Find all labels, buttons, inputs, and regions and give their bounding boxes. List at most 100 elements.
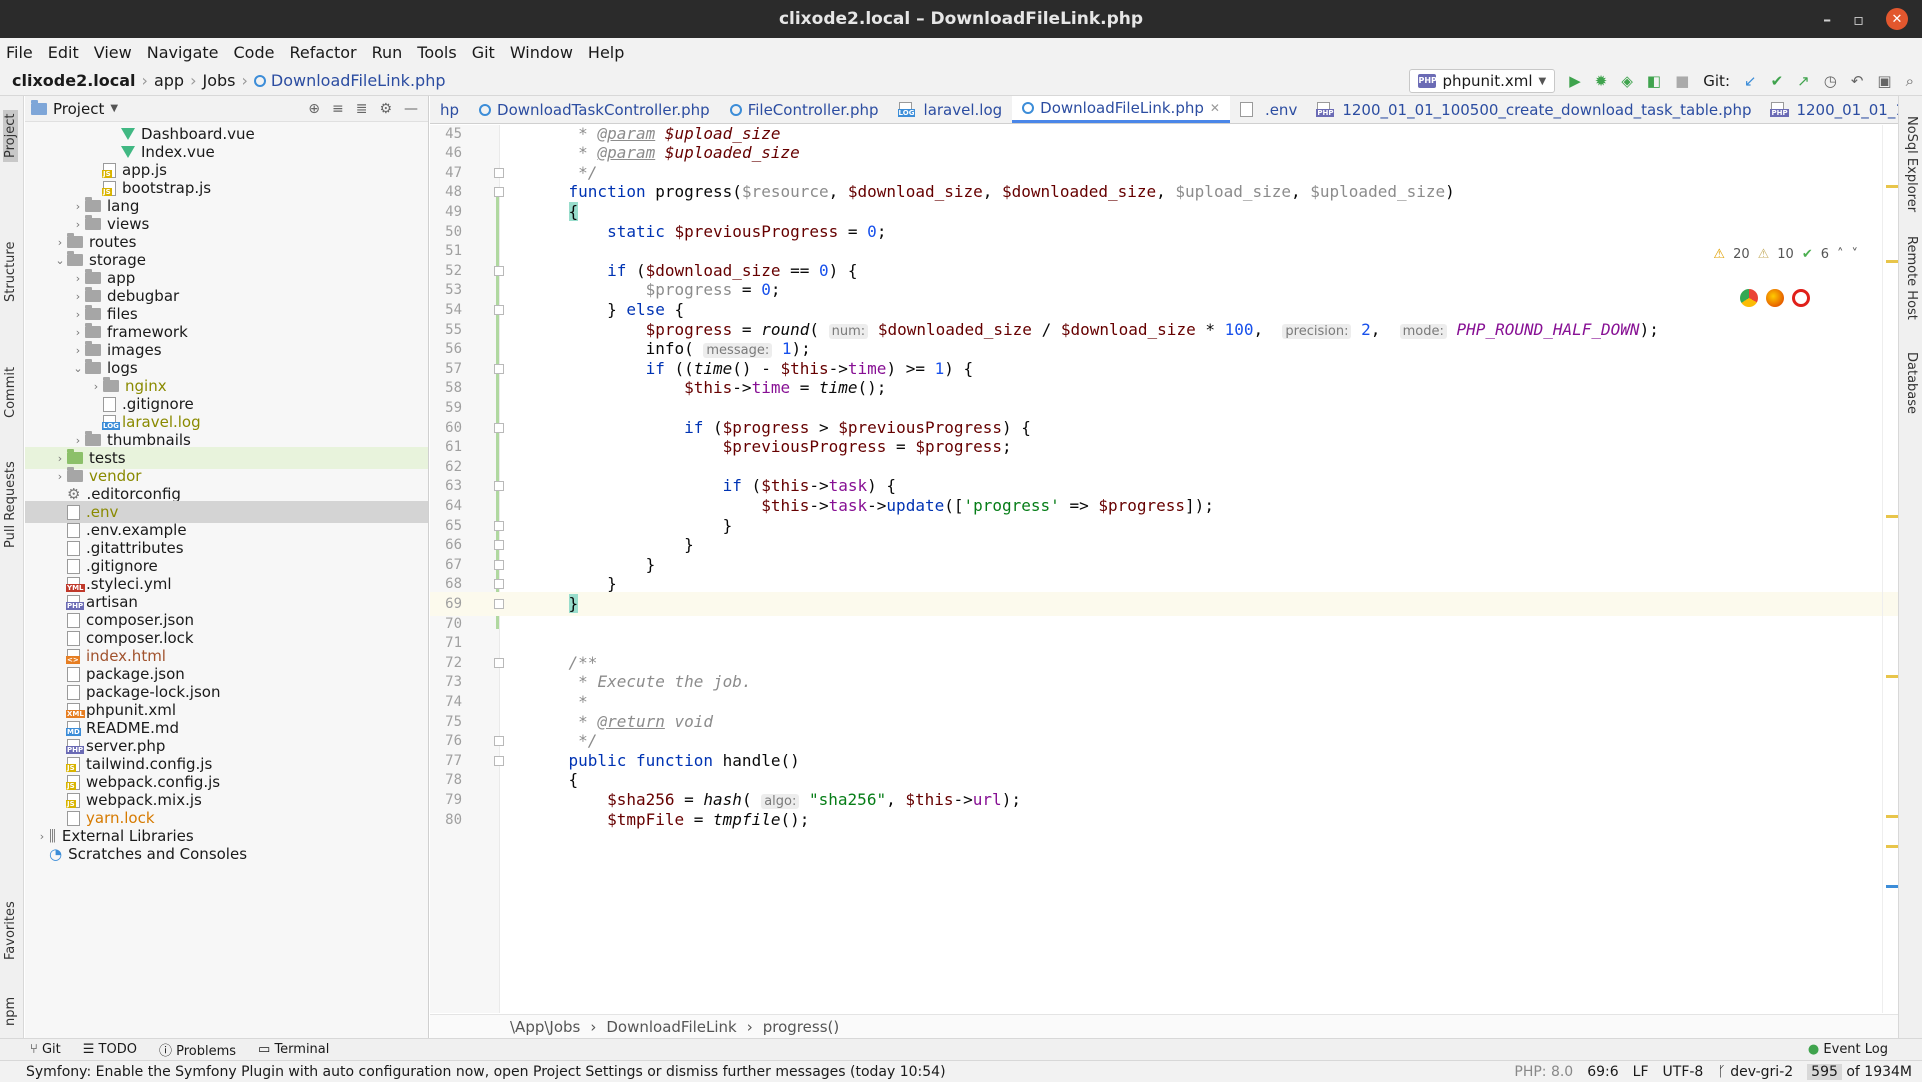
tool-tab-npm[interactable]: npm [3, 997, 18, 1026]
breadcrumb-project[interactable]: clixode2.local [12, 71, 136, 90]
caret-position[interactable]: 69:6 [1587, 1064, 1618, 1080]
hide-icon[interactable]: — [404, 101, 418, 117]
coverage-icon[interactable]: ◈ [1621, 72, 1633, 90]
code-editor[interactable]: 44 * @param $downloaded_size45 * @param … [430, 125, 1898, 1013]
expand-all-icon[interactable]: ≡ [332, 101, 344, 117]
menu-file[interactable]: File [6, 43, 33, 62]
editor-tab[interactable]: PHP 1200_01_01_100500_create_download_tas… [1307, 96, 1761, 123]
fold-marker-icon[interactable] [494, 736, 504, 747]
tool-tab-nosql-explorer[interactable]: NoSql Explorer [1904, 116, 1919, 212]
git-push-icon[interactable]: ↗ [1797, 72, 1810, 90]
fold-marker-icon[interactable] [494, 559, 504, 570]
chevron-down-icon[interactable]: ▼ [110, 103, 118, 114]
menu-git[interactable]: Git [472, 43, 495, 62]
tool-tab-commit[interactable]: Commit [3, 367, 18, 418]
fold-marker-icon[interactable] [494, 187, 504, 198]
editor-tab[interactable]: .env [1230, 96, 1307, 123]
debug-icon[interactable]: ✹ [1595, 72, 1608, 90]
breadcrumb-namespace[interactable]: \App\Jobs [510, 1018, 580, 1036]
window-layout-icon[interactable]: ▣ [1877, 72, 1891, 90]
tool-terminal[interactable]: ▭ Terminal [258, 1042, 329, 1057]
fold-marker-icon[interactable] [494, 481, 504, 492]
chevron-down-icon[interactable]: ⌄ [53, 254, 67, 267]
menu-refactor[interactable]: Refactor [289, 43, 356, 62]
fold-marker-icon[interactable] [494, 520, 504, 531]
fold-marker-icon[interactable] [494, 657, 504, 668]
menu-edit[interactable]: Edit [48, 43, 79, 62]
chevron-right-icon[interactable]: › [53, 470, 67, 483]
stop-icon[interactable]: ■ [1675, 72, 1689, 90]
editor-tab[interactable]: hp [430, 96, 469, 123]
chevron-right-icon[interactable]: › [89, 380, 103, 393]
close-icon[interactable]: ✕ [1886, 8, 1908, 30]
chevron-right-icon[interactable]: › [71, 434, 85, 447]
collapse-all-icon[interactable]: ≣ [356, 101, 368, 117]
fold-marker-icon[interactable] [494, 540, 504, 551]
fold-marker-icon[interactable] [494, 305, 504, 315]
fold-marker-icon[interactable] [494, 755, 504, 766]
tool-tab-favorites[interactable]: Favorites [3, 901, 18, 960]
chevron-right-icon[interactable]: › [71, 272, 85, 285]
close-tab-icon[interactable]: ✕ [1210, 101, 1220, 115]
git-update-icon[interactable]: ↙ [1744, 72, 1757, 90]
menu-tools[interactable]: Tools [417, 43, 456, 62]
history-icon[interactable]: ◷ [1824, 72, 1837, 90]
opera-icon[interactable] [1792, 289, 1810, 307]
tool-tab-database[interactable]: Database [1904, 352, 1919, 414]
tool-tab-project[interactable]: Project [3, 109, 18, 162]
run-configuration-select[interactable]: PHP phpunit.xml ▼ [1409, 69, 1556, 93]
profile-icon[interactable]: ◧ [1647, 72, 1661, 90]
breadcrumb-class[interactable]: DownloadFileLink [606, 1018, 736, 1036]
line-separator[interactable]: LF [1633, 1064, 1649, 1080]
editor-tab[interactable]: DownloadTaskController.php [469, 96, 720, 123]
tree-item[interactable]: ◔ Scratches and Consoles [25, 843, 428, 865]
tool-tab-pull-requests[interactable]: Pull Requests [3, 461, 18, 548]
locate-icon[interactable]: ⊕ [308, 101, 320, 117]
editor-tab[interactable]: PHP 1200_01_01_10030 [1761, 96, 1898, 123]
project-panel-title[interactable]: Project [53, 100, 104, 118]
file-encoding[interactable]: UTF-8 [1663, 1064, 1704, 1080]
fold-marker-icon[interactable] [494, 265, 504, 276]
status-message[interactable]: Symfony: Enable the Symfony Plugin with … [26, 1064, 946, 1080]
menu-code[interactable]: Code [234, 43, 275, 62]
fold-marker-icon[interactable] [494, 579, 504, 590]
breadcrumb-method[interactable]: progress() [763, 1018, 839, 1036]
tool-problems[interactable]: ⓘ Problems [159, 1040, 236, 1059]
rollback-icon[interactable]: ↶ [1851, 72, 1864, 90]
breadcrumb-file[interactable]: DownloadFileLink.php [271, 71, 446, 90]
fold-marker-icon[interactable] [494, 599, 504, 609]
editor-tab[interactable]: FileController.php [720, 96, 889, 123]
firefox-icon[interactable] [1766, 289, 1784, 307]
tool-tab-structure[interactable]: Structure [3, 242, 18, 302]
chevron-up-icon[interactable]: ˄ [1837, 247, 1844, 262]
minimize-icon[interactable]: – [1823, 10, 1831, 29]
chevron-right-icon[interactable]: › [53, 452, 67, 465]
git-commit-icon[interactable]: ✔ [1771, 72, 1784, 90]
chevron-right-icon[interactable]: › [71, 344, 85, 357]
chevron-right-icon[interactable]: › [71, 218, 85, 231]
search-icon[interactable]: ⌕ [1906, 72, 1914, 90]
gear-icon[interactable]: ⚙ [379, 101, 392, 117]
breadcrumb-app[interactable]: app [154, 71, 184, 90]
menu-run[interactable]: Run [372, 43, 403, 62]
editor-tab[interactable]: LOG laravel.log [889, 96, 1013, 123]
menu-view[interactable]: View [94, 43, 132, 62]
chevron-right-icon[interactable]: › [71, 308, 85, 321]
chevron-right-icon[interactable]: › [71, 200, 85, 213]
chevron-right-icon[interactable]: › [71, 290, 85, 303]
editor-scrollbar[interactable] [1882, 125, 1898, 1013]
tool-todo[interactable]: ☰ TODO [83, 1042, 137, 1057]
chevron-right-icon[interactable]: › [53, 236, 67, 249]
inspection-widget[interactable]: ⚠ 20 ⚠ 10 ✔ 6 ˄ ˅ [1713, 247, 1858, 262]
chevron-right-icon[interactable]: › [71, 326, 85, 339]
maximize-icon[interactable]: ▫ [1853, 10, 1864, 29]
tool-git[interactable]: ⑂ Git [30, 1042, 61, 1057]
fold-marker-icon[interactable] [494, 422, 504, 433]
chevron-down-icon[interactable]: ˅ [1852, 247, 1859, 262]
menu-window[interactable]: Window [510, 43, 573, 62]
memory-indicator[interactable]: 595 of 1934M [1807, 1063, 1912, 1080]
fold-marker-icon[interactable] [494, 167, 504, 178]
php-version[interactable]: PHP: 8.0 [1514, 1064, 1573, 1080]
tool-event-log[interactable]: ● Event Log [1808, 1042, 1888, 1057]
run-icon[interactable]: ▶ [1569, 72, 1581, 90]
